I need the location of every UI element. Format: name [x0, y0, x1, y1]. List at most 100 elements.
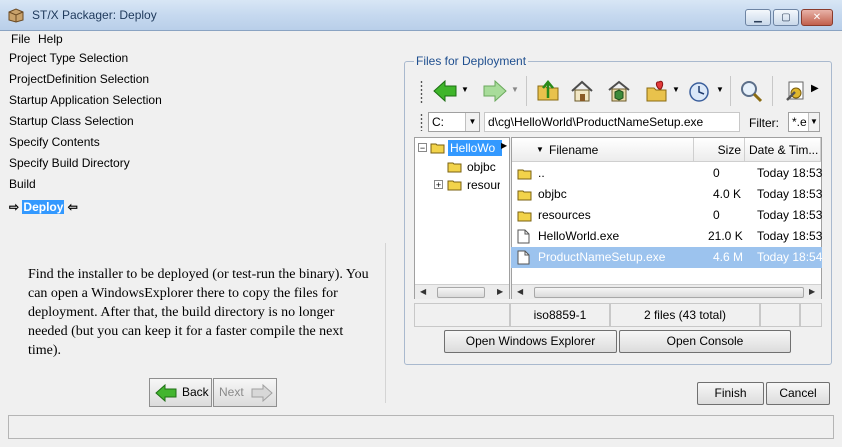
- tree-node-root[interactable]: HelloWo: [448, 140, 502, 156]
- folder-icon: [517, 169, 532, 180]
- step-deploy-label: Deploy: [22, 200, 65, 214]
- file-name: HelloWorld.exe: [538, 229, 620, 243]
- expand-icon[interactable]: +: [434, 180, 443, 190]
- file-list-scroll-thumb[interactable]: [534, 287, 804, 298]
- file-date: Today 18:53: [757, 166, 823, 180]
- scroll-right-icon[interactable]: ▶: [809, 287, 815, 296]
- menu-file[interactable]: File: [11, 32, 30, 46]
- file-row[interactable]: HelloWorld.exe 21.0 K Today 18:53: [511, 226, 822, 247]
- step-specify-contents[interactable]: Specify Contents: [9, 134, 100, 150]
- file-name: objbc: [538, 187, 567, 201]
- file-size: 21.0 K: [708, 229, 743, 243]
- folder-up-icon[interactable]: [535, 78, 561, 104]
- file-count-status: 2 files (43 total): [610, 303, 760, 327]
- finish-button[interactable]: Finish: [697, 382, 764, 405]
- filter-select[interactable]: *.e ▼: [788, 112, 820, 132]
- file-list-scrollbar[interactable]: ◀ ▶: [512, 284, 821, 299]
- back-label: Back: [182, 385, 209, 399]
- home-cube-icon[interactable]: [606, 78, 632, 104]
- forward-history-dropdown-icon[interactable]: ▼: [511, 85, 519, 94]
- title-bar: ST/X Packager: Deploy ▁ ▢ ✕: [0, 0, 842, 31]
- step-build-directory[interactable]: Specify Build Directory: [9, 155, 130, 171]
- tree-node-objbc[interactable]: objbc: [467, 160, 496, 174]
- back-arrow-icon: [155, 384, 177, 402]
- arrow-left-icon: ⇦: [67, 200, 78, 214]
- path-field[interactable]: d\cg\HelloWorld\ProductNameSetup.exe: [484, 112, 740, 132]
- folder-open-icon: [430, 143, 445, 154]
- path-value: d\cg\HelloWorld\ProductNameSetup.exe: [488, 115, 704, 129]
- toolbar-overflow-icon[interactable]: ▶: [811, 83, 819, 94]
- close-button[interactable]: ✕: [801, 9, 833, 26]
- file-size: 4.0 K: [713, 187, 742, 201]
- file-row-selected[interactable]: ProductNameSetup.exe 4.6 M Today 18:54: [511, 247, 822, 268]
- step-project-type[interactable]: Project Type Selection: [9, 50, 128, 66]
- tree-node-resources[interactable]: resour: [467, 178, 500, 192]
- back-button[interactable]: Back: [149, 378, 212, 407]
- forward-nav-icon[interactable]: [482, 78, 508, 104]
- column-filename[interactable]: ▼ Filename: [512, 138, 694, 162]
- step-build[interactable]: Build: [9, 176, 36, 192]
- filter-label: Filter:: [749, 116, 779, 130]
- minimize-button[interactable]: ▁: [745, 9, 771, 26]
- file-name: ProductNameSetup.exe: [538, 250, 666, 264]
- next-button[interactable]: Next: [213, 378, 277, 407]
- encoding-status: iso8859-1: [510, 303, 610, 327]
- drive-select[interactable]: C: ▼: [428, 112, 480, 132]
- scroll-right-icon[interactable]: ▶: [497, 287, 503, 296]
- back-history-dropdown-icon[interactable]: ▼: [461, 85, 469, 94]
- history-clock-icon[interactable]: [686, 78, 712, 104]
- file-row[interactable]: .. 0 Today 18:53: [511, 163, 822, 184]
- search-icon[interactable]: [738, 78, 764, 104]
- next-label: Next: [219, 385, 244, 399]
- home-icon[interactable]: [569, 78, 595, 104]
- file-name: ..: [538, 166, 545, 180]
- chevron-down-icon: ▼: [808, 113, 819, 131]
- bookmark-heart-icon[interactable]: [644, 78, 670, 104]
- cancel-button[interactable]: Cancel: [766, 382, 830, 405]
- step-startup-class[interactable]: Startup Class Selection: [9, 113, 134, 129]
- step-deploy[interactable]: ⇨ Deploy ⇦: [9, 199, 78, 215]
- collapse-icon[interactable]: −: [418, 143, 427, 153]
- file-icon: [517, 229, 530, 244]
- step-project-definition[interactable]: ProjectDefinition Selection: [9, 71, 149, 87]
- drive-value: C:: [432, 115, 444, 129]
- file-name: resources: [538, 208, 591, 222]
- back-nav-icon[interactable]: [432, 78, 458, 104]
- window-title: ST/X Packager: Deploy: [32, 8, 157, 22]
- scroll-left-icon[interactable]: ◀: [420, 287, 426, 296]
- file-size: 0: [713, 166, 720, 180]
- file-date: Today 18:54: [757, 250, 823, 264]
- folder-icon: [517, 211, 532, 222]
- open-windows-explorer-button[interactable]: Open Windows Explorer: [444, 330, 617, 353]
- tree-scroll-thumb[interactable]: [437, 287, 485, 298]
- toolbar-grip[interactable]: [420, 80, 423, 104]
- menu-bar: File Help: [0, 31, 842, 47]
- step-startup-application[interactable]: Startup Application Selection: [9, 92, 162, 108]
- folder-icon: [447, 162, 462, 173]
- tree-collapse-arrow-icon[interactable]: ▶: [501, 141, 507, 150]
- status-cell-empty: [414, 303, 510, 327]
- column-filename-label: Filename: [549, 143, 599, 157]
- tree-scrollbar[interactable]: ◀ ▶: [415, 284, 509, 299]
- file-size: 0: [713, 208, 720, 222]
- bookmark-dropdown-icon[interactable]: ▼: [672, 85, 680, 94]
- toolbar-separator-2: [730, 76, 731, 106]
- divider: [385, 243, 386, 403]
- status-cell-blank: [760, 303, 800, 327]
- folder-icon: [517, 190, 532, 201]
- open-console-button[interactable]: Open Console: [619, 330, 791, 353]
- column-date[interactable]: Date & Tim...: [745, 138, 821, 162]
- scroll-left-icon[interactable]: ◀: [517, 287, 523, 296]
- file-row[interactable]: objbc 4.0 K Today 18:53: [511, 184, 822, 205]
- status-cell-blank-2: [800, 303, 822, 327]
- column-size[interactable]: Size: [694, 138, 745, 162]
- filter-value: *.e: [792, 115, 807, 129]
- tools-icon[interactable]: [783, 78, 809, 104]
- file-row[interactable]: resources 0 Today 18:53: [511, 205, 822, 226]
- status-bar: [8, 415, 834, 439]
- history-dropdown-icon[interactable]: ▼: [716, 85, 724, 94]
- maximize-button[interactable]: ▢: [773, 9, 799, 26]
- pathbar-grip[interactable]: [420, 113, 423, 131]
- menu-help[interactable]: Help: [38, 32, 63, 46]
- file-date: Today 18:53: [757, 187, 823, 201]
